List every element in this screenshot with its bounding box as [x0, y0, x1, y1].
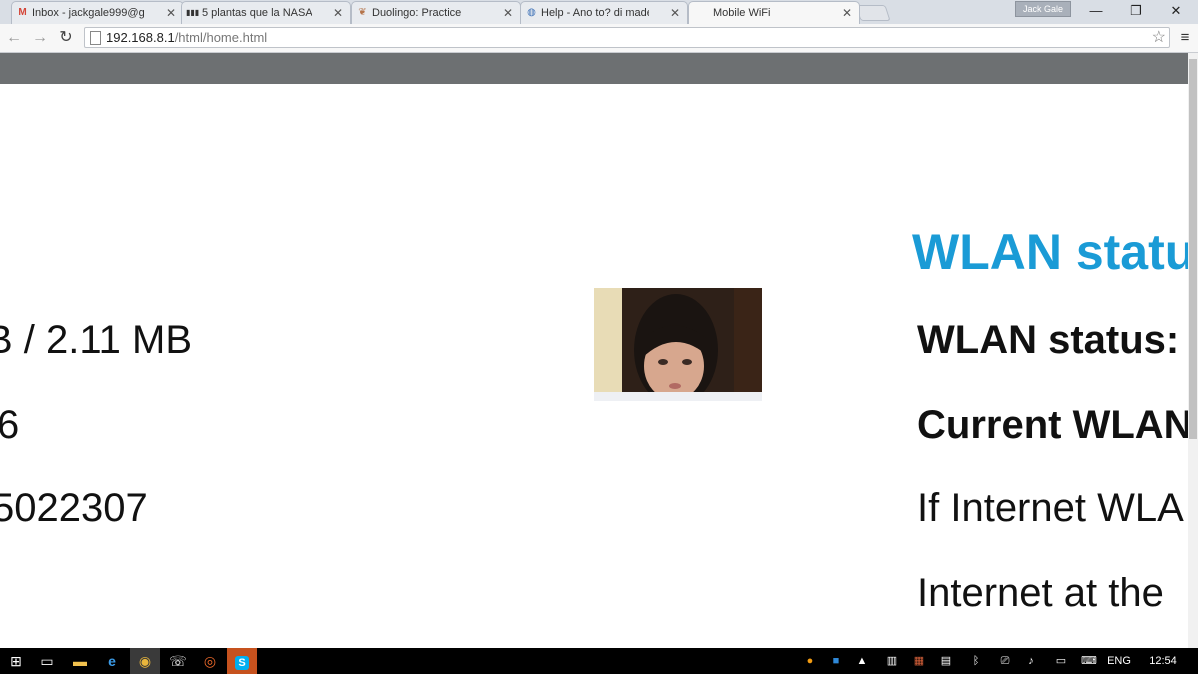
tab-inbox[interactable]: M Inbox - jackgale999@gma ✕	[11, 1, 184, 24]
page-scrollbar[interactable]	[1188, 53, 1198, 648]
bookmark-star-icon[interactable]: ☆	[1152, 28, 1166, 47]
chrome-icon[interactable]: ◉	[130, 648, 160, 674]
webcam-overlay	[594, 288, 762, 401]
scrollbar-thumb[interactable]	[1189, 59, 1197, 439]
tab-close-icon[interactable]: ✕	[333, 2, 343, 24]
browser-tab-strip: M Inbox - jackgale999@gma ✕ ▮▮▮ 5 planta…	[0, 0, 1198, 24]
tab-title: Mobile WiFi	[713, 7, 771, 19]
new-tab-button[interactable]	[855, 5, 891, 21]
duolingo-icon: ❦	[358, 7, 367, 18]
tab-close-icon[interactable]: ✕	[503, 2, 513, 24]
tab-title: Duolingo: Practice	[372, 7, 462, 19]
restore-button[interactable]: ❐	[1116, 0, 1156, 22]
wlan-status-heading: WLAN statu	[912, 224, 1188, 280]
back-arrow-icon[interactable]: ←	[4, 28, 24, 48]
bluetooth-icon[interactable]: ᛒ	[968, 648, 984, 674]
tab-plantas[interactable]: ▮▮▮ 5 plantas que la NASA rec ✕	[181, 1, 351, 24]
tray-app-icon[interactable]: ●	[802, 648, 818, 674]
action-center-icon[interactable]: ▭	[1052, 648, 1070, 674]
tab-help[interactable]: ◍ Help - Ano to? di madelei ✕	[520, 1, 688, 24]
tab-duolingo[interactable]: ❦ Duolingo: Practice ✕	[351, 1, 521, 24]
forward-arrow-icon[interactable]: →	[30, 28, 50, 48]
webcam-image	[594, 288, 762, 401]
volume-icon[interactable]: ♪	[1022, 648, 1040, 674]
keyboard-icon[interactable]: ⌨	[1078, 648, 1100, 674]
tray-app-icon[interactable]: ▥	[884, 648, 900, 674]
number-value: 5022307	[0, 486, 148, 530]
internet-wlan-text: If Internet WLA	[917, 486, 1184, 530]
reload-icon[interactable]: ↻	[56, 28, 76, 48]
tab-title: 5 plantas que la NASA rec	[202, 7, 312, 19]
network-icon[interactable]: ⎚	[996, 648, 1014, 674]
task-view-icon[interactable]: ▭	[32, 648, 62, 674]
tray-app-icon[interactable]: ▤	[938, 648, 954, 674]
file-explorer-icon[interactable]: ▬	[65, 648, 95, 674]
viber-icon[interactable]: ☏	[163, 648, 193, 674]
page-icon	[90, 31, 101, 45]
url-host: 192.168.8.1	[106, 30, 175, 45]
language-indicator[interactable]: ENG	[1106, 648, 1132, 674]
stat-value: 6	[0, 403, 20, 447]
tab-close-icon[interactable]: ✕	[670, 2, 680, 24]
page-content: B / 2.11 MB 6 5022307 WLAN statu WLAN st…	[0, 84, 1188, 648]
start-button[interactable]: ⊞	[1, 648, 31, 674]
tab-mobile-wifi[interactable]: Mobile WiFi ✕	[688, 1, 860, 24]
tray-app-icon[interactable]: ▲	[854, 648, 870, 674]
tab-close-icon[interactable]: ✕	[166, 2, 176, 24]
internet-at-text: Internet at the	[917, 571, 1164, 615]
url-path: /html/home.html	[174, 30, 268, 45]
gmail-icon: M	[18, 7, 27, 18]
tray-app-icon[interactable]: ▦	[911, 648, 927, 674]
site-icon: ▮▮▮	[186, 8, 200, 17]
origin-icon[interactable]: ◎	[195, 648, 225, 674]
minimize-button[interactable]: —	[1076, 0, 1116, 22]
chrome-menu-icon[interactable]: ≡	[1177, 28, 1193, 48]
tab-close-icon[interactable]: ✕	[842, 2, 852, 24]
windows-taskbar: ⊞ ▭ ▬ e ◉ ☏ ◎ S ● ■ ▲ ▥ ▦ ▤ ᛒ ⎚ ♪ ▭ ⌨ EN…	[0, 648, 1198, 674]
url-text: 192.168.8.1/html/home.html	[106, 28, 267, 47]
edge-icon[interactable]: e	[97, 648, 127, 674]
address-bar[interactable]: 192.168.8.1/html/home.html ☆	[84, 27, 1170, 48]
profile-button[interactable]: Jack Gale	[1015, 1, 1071, 17]
close-window-button[interactable]: ✕	[1156, 0, 1196, 22]
clock[interactable]: 12:54	[1148, 648, 1178, 674]
skype-icon[interactable]: S	[227, 648, 257, 674]
current-wlan-label: Current WLAN	[917, 403, 1188, 447]
wlan-status-label: WLAN status:	[917, 318, 1180, 362]
tab-title: Inbox - jackgale999@gma	[32, 7, 145, 19]
globe-icon: ◍	[527, 7, 536, 18]
browser-toolbar: ← → ↻ 192.168.8.1/html/home.html ☆ ≡	[0, 24, 1198, 53]
tab-title: Help - Ano to? di madelei	[541, 7, 649, 19]
page-header-bar	[0, 53, 1188, 84]
tray-app-icon[interactable]: ■	[828, 648, 844, 674]
traffic-value: B / 2.11 MB	[0, 318, 193, 362]
